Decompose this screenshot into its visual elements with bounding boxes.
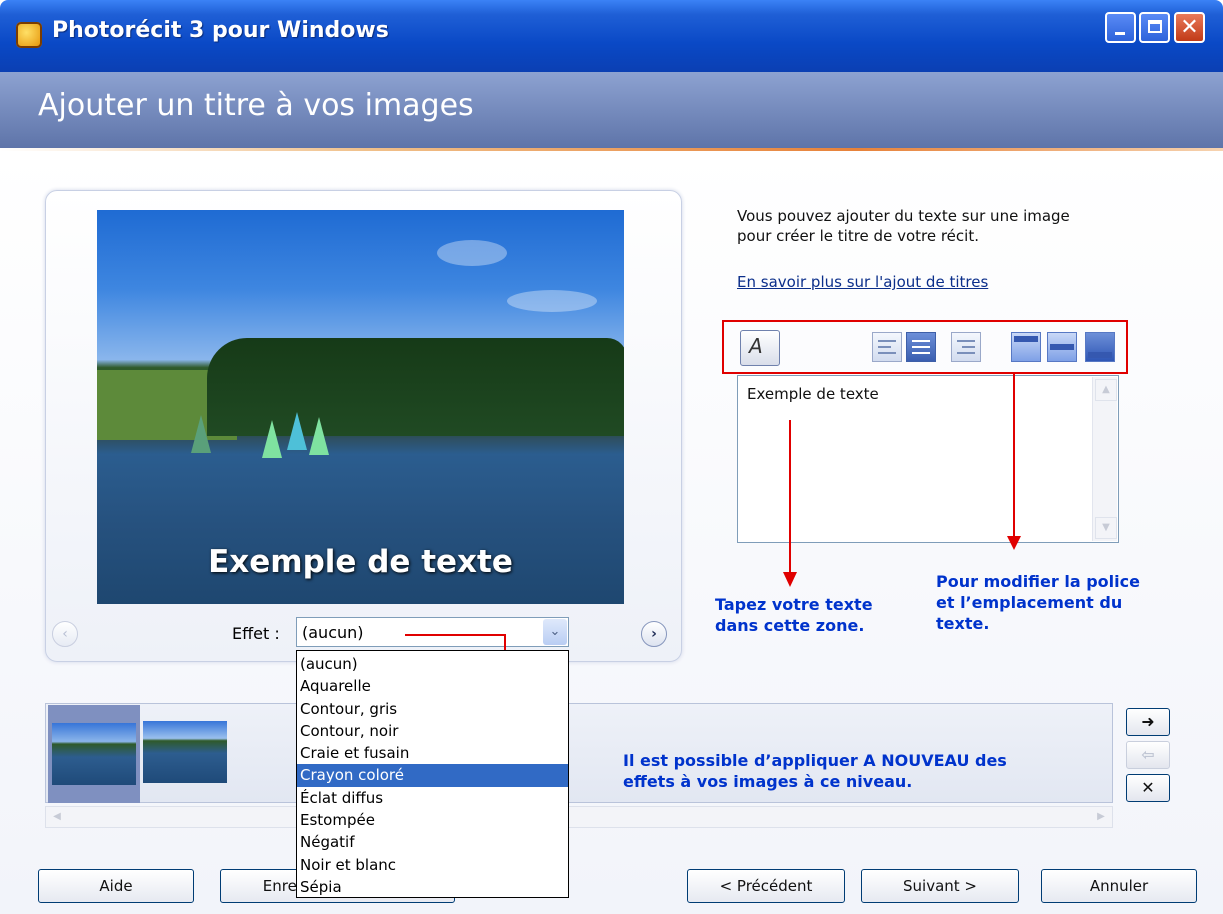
thumbnail-2[interactable] <box>143 721 227 783</box>
next-button[interactable]: Suivant > <box>861 869 1019 903</box>
move-right-button[interactable]: ➜ <box>1126 708 1170 736</box>
effect-option[interactable]: Contour, gris <box>297 698 568 720</box>
effect-option[interactable]: Négatif <box>297 831 568 853</box>
effect-option[interactable]: Noir et blanc <box>297 854 568 876</box>
arrow-left-icon: ⇦ <box>1141 745 1155 764</box>
arrow-right-icon: ➜ <box>1141 712 1155 731</box>
effect-option[interactable]: Éclat diffus <box>297 787 568 809</box>
scroll-right-icon[interactable]: ▶ <box>1092 809 1110 825</box>
annotation-effects: Il est possible d’appliquer A NOUVEAU de… <box>623 751 1007 791</box>
text-zone-arrow-head <box>783 572 797 587</box>
filmstrip-scrollbar[interactable]: ◀ ▶ <box>45 806 1113 828</box>
help-button[interactable]: Aide <box>38 869 194 903</box>
effect-option[interactable]: Craie et fusain <box>297 742 568 764</box>
effect-option[interactable]: Sépia <box>297 876 568 898</box>
previous-button[interactable]: < Précédent <box>687 869 845 903</box>
cancel-button[interactable]: Annuler <box>1041 869 1197 903</box>
annotation-text-zone: Tapez votre texte dans cette zone. <box>715 595 873 635</box>
move-left-button[interactable]: ⇦ <box>1126 741 1170 769</box>
remove-button[interactable]: ✕ <box>1126 774 1170 802</box>
thumbnail-1[interactable] <box>52 723 136 785</box>
effect-option[interactable]: Estompée <box>297 809 568 831</box>
effect-option[interactable]: Contour, noir <box>297 720 568 742</box>
effect-option[interactable]: Aquarelle <box>297 675 568 697</box>
remove-icon: ✕ <box>1141 778 1155 797</box>
effect-option-highlighted[interactable]: Crayon coloré <box>297 764 568 787</box>
toolbar-arrow-head <box>1007 536 1021 550</box>
effect-option[interactable]: (aucun) <box>297 653 568 675</box>
scroll-left-icon[interactable]: ◀ <box>48 809 66 825</box>
effect-dropdown-list: (aucun) Aquarelle Contour, gris Contour,… <box>296 650 569 898</box>
annotation-font-position: Pour modifier la police et l’emplacement… <box>936 572 1140 633</box>
